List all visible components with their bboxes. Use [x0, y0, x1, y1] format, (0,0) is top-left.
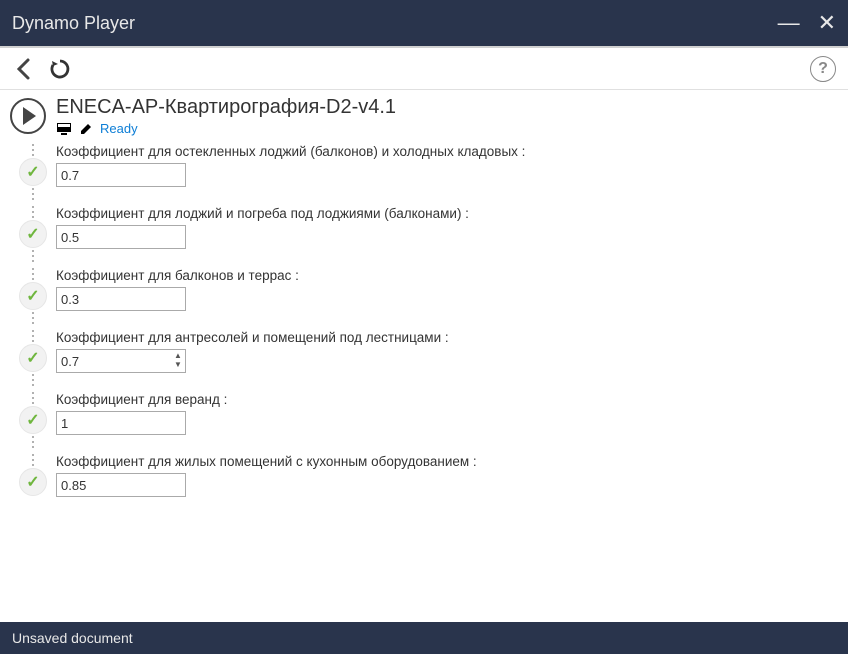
timeline-column: ✓	[10, 390, 56, 450]
checkmark-icon: ✓	[26, 224, 39, 244]
status-check: ✓	[19, 468, 47, 496]
status-check: ✓	[19, 220, 47, 248]
param-body: Коэффициент для лоджий и погреба под лод…	[56, 204, 838, 249]
param-input[interactable]	[56, 473, 186, 497]
script-name: ENECA-AP-Квартирография-D2-v4.1	[56, 96, 396, 119]
param-body: Коэффициент для остекленных лоджий (балк…	[56, 142, 838, 187]
titlebar: Dynamo Player — ✕	[0, 0, 848, 48]
param-row: ✓ Коэффициент для балконов и террас :	[10, 266, 838, 326]
close-icon[interactable]: ✕	[818, 12, 836, 34]
param-input[interactable]	[56, 411, 186, 435]
checkmark-icon: ✓	[26, 286, 39, 306]
param-input[interactable]	[56, 163, 186, 187]
spinner-down-icon[interactable]: ▼	[172, 360, 184, 369]
statusbar-text: Unsaved document	[12, 630, 133, 646]
back-icon[interactable]	[12, 57, 36, 81]
timeline-column: ✓	[10, 266, 56, 326]
checkmark-icon: ✓	[26, 162, 39, 182]
param-body: Коэффициент для антресолей и помещений п…	[56, 328, 838, 373]
window-controls: — ✕	[778, 12, 836, 34]
param-input[interactable]	[56, 225, 186, 249]
param-input[interactable]	[56, 349, 186, 373]
status-check: ✓	[19, 282, 47, 310]
param-label: Коэффициент для остекленных лоджий (балк…	[56, 144, 838, 159]
param-body: Коэффициент для балконов и террас :	[56, 266, 838, 311]
spinner-up-icon[interactable]: ▲	[172, 351, 184, 360]
timeline-column: ✓	[10, 452, 56, 496]
checkmark-icon: ✓	[26, 472, 39, 492]
param-row: ✓ Коэффициент для жилых помещений с кухон…	[10, 452, 838, 497]
param-label: Коэффициент для веранд :	[56, 392, 838, 407]
param-input[interactable]	[56, 287, 186, 311]
param-row: ✓ Коэффициент для лоджий и погреба под ло…	[10, 204, 838, 264]
display-icon[interactable]	[56, 122, 72, 136]
status-check: ✓	[19, 406, 47, 434]
timeline-column: ✓	[10, 142, 56, 202]
param-label: Коэффициент для лоджий и погреба под лод…	[56, 206, 838, 221]
checkmark-icon: ✓	[26, 348, 39, 368]
minimize-icon[interactable]: —	[778, 12, 800, 34]
param-row: ✓ Коэффициент для остекленных лоджий (бал…	[10, 142, 838, 202]
status-check: ✓	[19, 158, 47, 186]
timeline-column: ✓	[10, 204, 56, 264]
edit-icon[interactable]	[78, 122, 94, 136]
status-check: ✓	[19, 344, 47, 372]
play-icon	[23, 107, 36, 125]
statusbar: Unsaved document	[0, 622, 848, 654]
param-row: ✓ Коэффициент для антресолей и помещений …	[10, 328, 838, 388]
timeline-column: ✓	[10, 328, 56, 388]
param-label: Коэффициент для жилых помещений с кухонн…	[56, 454, 838, 469]
help-icon[interactable]: ?	[810, 56, 836, 82]
toolbar: ?	[0, 48, 848, 90]
param-label: Коэффициент для балконов и террас :	[56, 268, 838, 283]
checkmark-icon: ✓	[26, 410, 39, 430]
param-label: Коэффициент для антресолей и помещений п…	[56, 330, 838, 345]
param-body: Коэффициент для веранд :	[56, 390, 838, 435]
content-area: ENECA-AP-Квартирография-D2-v4.1 Ready ✓ К…	[0, 90, 848, 622]
script-meta: Ready	[56, 121, 396, 136]
status-link[interactable]: Ready	[100, 121, 138, 136]
param-row: ✓ Коэффициент для веранд :	[10, 390, 838, 450]
run-button[interactable]	[10, 98, 46, 134]
window-title: Dynamo Player	[12, 13, 778, 34]
param-body: Коэффициент для жилых помещений с кухонн…	[56, 452, 838, 497]
refresh-icon[interactable]	[48, 57, 72, 81]
script-header: ENECA-AP-Квартирография-D2-v4.1 Ready	[10, 96, 838, 136]
